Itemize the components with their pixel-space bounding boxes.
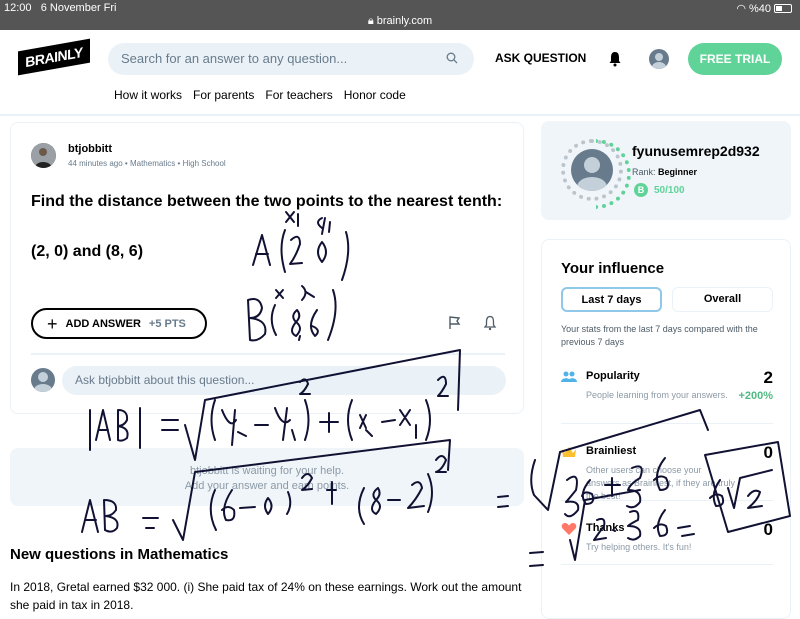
site-header: BRAINLY Search for an answer to any ques… — [0, 30, 800, 116]
nav-honor-code[interactable]: Honor code — [344, 88, 406, 102]
add-answer-button[interactable]: + ADD ANSWER +5 PTS — [31, 308, 207, 339]
stat-value: 0 — [763, 520, 773, 539]
follow-bell-icon[interactable] — [483, 315, 497, 331]
influence-description: Your stats from the last 7 days compared… — [561, 324, 758, 347]
wifi-icon: ◠ — [736, 3, 746, 15]
free-trial-button[interactable]: FREE TRIAL — [688, 43, 782, 75]
notification-bell-icon[interactable] — [608, 51, 622, 67]
profile-avatar[interactable] — [571, 149, 613, 191]
subject-link[interactable]: Mathematics — [130, 159, 175, 168]
influence-title: Your influence — [561, 260, 665, 277]
user-avatar[interactable] — [649, 49, 669, 69]
search-placeholder: Search for an answer to any question... — [121, 51, 348, 66]
question-line-2: (2, 0) and (8, 6) — [31, 243, 144, 260]
divider — [561, 423, 773, 424]
influence-card: Your influence Last 7 days Overall Your … — [541, 239, 791, 619]
tab-last-7-days[interactable]: Last 7 days — [561, 287, 662, 312]
waiting-for-help-box: btjobbitt is waiting for your help. Add … — [10, 448, 524, 506]
stat-value: 2 — [763, 368, 773, 387]
stat-value: 0 — [763, 443, 773, 462]
crown-icon — [562, 447, 576, 457]
commenter-avatar — [31, 368, 55, 392]
question-line-1: Find the distance between the two points… — [31, 193, 503, 210]
question-card: btjobbitt 44 minutes ago • Mathematics •… — [10, 122, 524, 414]
heart-icon — [561, 522, 577, 535]
stat-title: Thanks — [586, 522, 625, 534]
address-bar[interactable]: 🔒︎ brainly.com — [0, 15, 800, 28]
battery-percent: %40 — [748, 2, 771, 15]
divider — [561, 564, 773, 565]
question-text: Find the distance between the two points… — [31, 189, 511, 289]
waiting-line-1: btjobbitt is waiting for your help. — [189, 465, 345, 477]
author-name[interactable]: btjobbitt — [68, 143, 112, 155]
search-input[interactable]: Search for an answer to any question... — [108, 43, 474, 75]
nav-for-parents[interactable]: For parents — [193, 88, 254, 102]
tab-overall[interactable]: Overall — [672, 287, 773, 312]
new-question-item[interactable]: In 2018, Gretal earned $32 000. (i) She … — [10, 578, 530, 614]
people-icon — [561, 371, 577, 382]
profile-rank: Rank: Beginner — [632, 167, 698, 177]
author-avatar[interactable] — [31, 143, 56, 168]
level-label: High School — [182, 159, 226, 168]
add-answer-label: ADD ANSWER — [65, 317, 141, 330]
nav-how-it-works[interactable]: How it works — [114, 88, 182, 102]
nav-for-teachers[interactable]: For teachers — [265, 88, 332, 102]
battery-icon — [774, 4, 792, 13]
status-right: ◠ %40 — [736, 2, 792, 15]
divider — [561, 500, 773, 501]
brainly-logo[interactable]: BRAINLY — [18, 38, 90, 76]
time-ago: 44 minutes ago — [68, 159, 123, 168]
flag-icon[interactable] — [448, 316, 462, 330]
search-icon[interactable] — [446, 52, 458, 64]
points-label: +5 PTS — [148, 317, 186, 330]
divider — [31, 353, 505, 355]
status-bar: 12:00 6 November Fri 🔒︎ brainly.com ◠ %4… — [0, 0, 800, 30]
stat-title: Popularity — [586, 370, 640, 382]
ask-question-button[interactable]: ASK QUESTION — [495, 51, 586, 65]
profile-card: fyunusemrep2d932 Rank: Beginner B 50/100 — [541, 121, 791, 220]
lock-icon: 🔒︎ — [367, 15, 374, 27]
profile-username[interactable]: fyunusemrep2d932 — [632, 143, 760, 159]
status-time: 12:00 6 November Fri — [4, 2, 117, 14]
sub-navigation: How it works For parents For teachers Ho… — [114, 88, 406, 102]
stat-description: Try helping others. It's fun! — [586, 542, 692, 552]
comment-placeholder: Ask btjobbitt about this question... — [75, 373, 255, 387]
new-questions-title: New questions in Mathematics — [10, 546, 229, 563]
waiting-line-2: Add your answer and earn points. — [184, 480, 350, 492]
profile-points: B 50/100 — [634, 183, 685, 197]
plus-icon: + — [47, 313, 58, 334]
points-value: 50/100 — [654, 184, 685, 196]
question-meta: 44 minutes ago • Mathematics • High Scho… — [68, 159, 226, 168]
comment-input[interactable]: Ask btjobbitt about this question... — [62, 366, 506, 395]
stat-description: People learning from your answers. — [586, 390, 728, 400]
stat-description: Other users can choose your answers as B… — [586, 465, 736, 501]
url-text: brainly.com — [376, 15, 433, 27]
stat-title: Brainliest — [586, 445, 637, 457]
brainly-points-icon: B — [634, 183, 648, 197]
stat-change: +200% — [738, 390, 773, 402]
